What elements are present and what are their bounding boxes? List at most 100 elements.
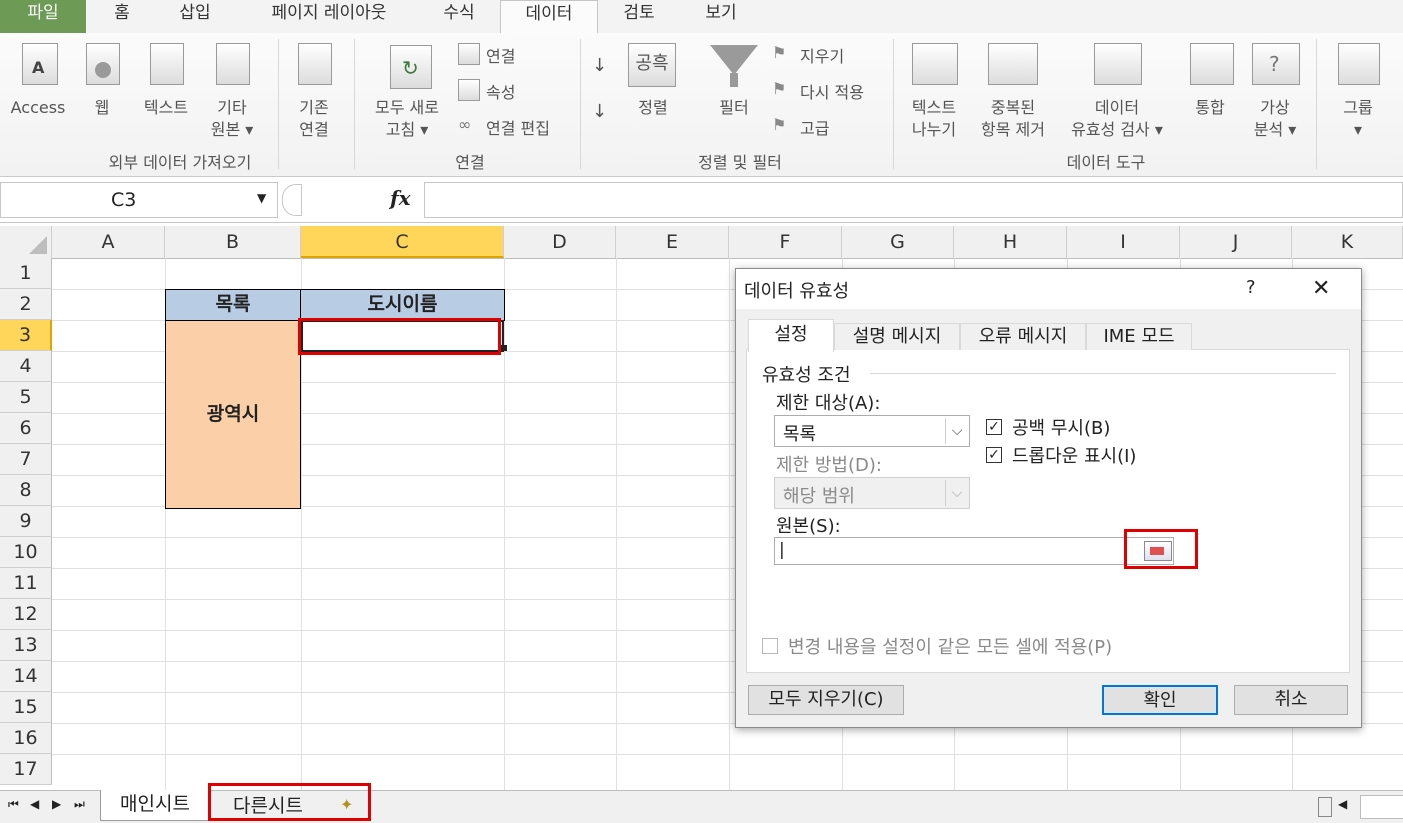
formula-input[interactable] — [424, 182, 1403, 218]
column-header-d[interactable]: D — [504, 226, 616, 258]
what-if-button[interactable]: 가상 분석 ▾ — [1246, 97, 1304, 141]
ok-button[interactable]: 확인 — [1102, 685, 1218, 715]
tab-formulas[interactable]: 수식 — [428, 0, 490, 33]
remove-duplicates-button[interactable]: 중복된 항목 제거 — [970, 97, 1056, 141]
cell-c2-header[interactable]: 도시이름 — [300, 289, 505, 321]
column-header-f[interactable]: F — [729, 226, 842, 258]
tab-insert[interactable]: 삽입 — [160, 0, 230, 33]
ribbon-tab-bar: 파일 홈 삽입 페이지 레이아웃 수식 데이터 검토 보기 — [0, 0, 1403, 35]
web-button[interactable]: 웹 — [82, 97, 122, 119]
close-icon[interactable]: ✕ — [1312, 276, 1330, 301]
prev-sheet-icon[interactable]: ◀ — [30, 797, 39, 811]
data-select[interactable]: 해당 범위 ⌵ — [774, 477, 970, 509]
tab-review[interactable]: 검토 — [608, 0, 670, 33]
tab-file[interactable]: 파일 — [0, 0, 86, 33]
source-input[interactable]: | — [774, 537, 1174, 565]
row-header[interactable]: 1 — [0, 258, 52, 289]
other-sources-button[interactable]: 기타 원본 ▾ — [204, 97, 260, 141]
row-header[interactable]: 8 — [0, 475, 52, 506]
sheet-tab-main[interactable]: 매인시트 — [100, 790, 210, 821]
row-header[interactable]: 13 — [0, 630, 52, 661]
cancel-button[interactable]: 취소 — [1234, 685, 1348, 715]
row-header[interactable]: 5 — [0, 382, 52, 413]
access-button[interactable]: Access — [4, 97, 72, 119]
scroll-split-handle[interactable] — [1318, 797, 1332, 817]
ignore-blank-label: 공백 무시(B) — [1012, 418, 1111, 439]
row-header[interactable]: 12 — [0, 599, 52, 630]
sort-button[interactable]: 정렬 — [628, 97, 678, 119]
dup-label-2: 항목 제거 — [981, 120, 1045, 139]
last-sheet-icon[interactable]: ⏭ — [74, 797, 85, 812]
cell-b3-merged[interactable]: 광역시 — [165, 320, 301, 509]
connections-button[interactable]: 연결 — [486, 43, 515, 67]
column-header-j[interactable]: J — [1180, 226, 1292, 258]
clear-all-button[interactable]: 모두 지우기(C) — [748, 685, 904, 715]
apply-all-checkbox[interactable] — [762, 638, 778, 654]
what-if-icon: ? — [1252, 43, 1300, 85]
reapply-button[interactable]: 다시 적용 — [800, 79, 864, 103]
sort-ascending-icon[interactable]: ↓ — [592, 55, 607, 76]
dropdown-label: 드롭다운 표시(I) — [1012, 446, 1137, 467]
tab-settings[interactable]: 설정 — [748, 319, 834, 352]
sort-descending-icon[interactable]: ↓ — [592, 101, 607, 122]
column-header-c[interactable]: C — [301, 226, 504, 258]
dropdown-checkbox[interactable]: ✓ — [986, 447, 1002, 463]
scroll-left-icon[interactable]: ◀ — [1338, 797, 1347, 811]
column-header-a[interactable]: A — [52, 226, 165, 258]
edit-links-button[interactable]: 연결 편집 — [486, 115, 550, 139]
row-header[interactable]: 2 — [0, 289, 52, 320]
next-sheet-icon[interactable]: ▶ — [52, 797, 61, 811]
chevron-down-icon[interactable]: ⌵ — [945, 480, 968, 506]
text-button[interactable]: 텍스트 — [134, 97, 198, 119]
row-header[interactable]: 6 — [0, 413, 52, 444]
chevron-down-icon[interactable]: ⌵ — [945, 418, 968, 444]
refresh-all-button[interactable]: 모두 새로 고침 ▾ — [364, 97, 450, 141]
existing-connections-button[interactable]: 기존 연결 — [286, 97, 342, 141]
row-header[interactable]: 15 — [0, 692, 52, 723]
row-header[interactable]: 7 — [0, 444, 52, 475]
column-header-h[interactable]: H — [954, 226, 1067, 258]
group-button[interactable]: 그룹 ▾ — [1330, 97, 1386, 141]
clear-filter-button[interactable]: 지우기 — [800, 43, 844, 67]
tab-page-layout[interactable]: 페이지 레이아웃 — [246, 0, 412, 33]
select-all-corner[interactable] — [0, 226, 52, 258]
consolidate-button[interactable]: 통합 — [1186, 97, 1234, 119]
column-header-b[interactable]: B — [165, 226, 301, 258]
row-header[interactable]: 14 — [0, 661, 52, 692]
chevron-down-icon[interactable]: ▼ — [257, 191, 266, 205]
function-icon[interactable]: fx — [390, 186, 411, 210]
row-header[interactable]: 9 — [0, 506, 52, 537]
column-header-g[interactable]: G — [842, 226, 954, 258]
row-header[interactable]: 10 — [0, 537, 52, 568]
row-header[interactable]: 17 — [0, 754, 52, 785]
data-validation-button[interactable]: 데이터 유효성 검사 ▾ — [1058, 97, 1176, 141]
tab-ime-mode[interactable]: IME 모드 — [1086, 323, 1192, 350]
column-header-e[interactable]: E — [616, 226, 729, 258]
row-header[interactable]: 16 — [0, 723, 52, 754]
row-header[interactable]: 4 — [0, 351, 52, 382]
tab-error-alert[interactable]: 오류 메시지 — [960, 323, 1086, 350]
validation-label-1: 데이터 — [1094, 98, 1140, 117]
tab-view[interactable]: 보기 — [690, 0, 752, 33]
help-icon[interactable]: ? — [1246, 277, 1256, 298]
column-header-i[interactable]: I — [1067, 226, 1180, 258]
first-sheet-icon[interactable]: ⏮ — [8, 797, 19, 812]
filter-button[interactable]: 필터 — [706, 97, 762, 119]
properties-button[interactable]: 속성 — [486, 79, 515, 103]
name-box[interactable]: C3 ▼ — [0, 182, 278, 218]
row-header-selected[interactable]: 3 — [0, 320, 52, 351]
tab-home[interactable]: 홈 — [96, 0, 148, 33]
tab-input-message[interactable]: 설명 메시지 — [834, 323, 960, 350]
ignore-blank-checkbox[interactable]: ✓ — [986, 419, 1002, 435]
allow-select[interactable]: 목록 ⌵ — [774, 415, 970, 447]
horizontal-scrollbar[interactable] — [1360, 795, 1403, 819]
row-header[interactable]: 11 — [0, 568, 52, 599]
advanced-button[interactable]: 고급 — [800, 115, 829, 139]
column-header-k[interactable]: K — [1292, 226, 1403, 258]
fill-handle[interactable] — [501, 345, 507, 351]
cell-b2-header[interactable]: 목록 — [165, 289, 301, 321]
tab-data[interactable]: 데이터 — [500, 0, 598, 35]
text-to-columns-button[interactable]: 텍스트 나누기 — [900, 97, 968, 141]
group-icon — [1338, 43, 1380, 85]
divider — [870, 373, 1336, 374]
